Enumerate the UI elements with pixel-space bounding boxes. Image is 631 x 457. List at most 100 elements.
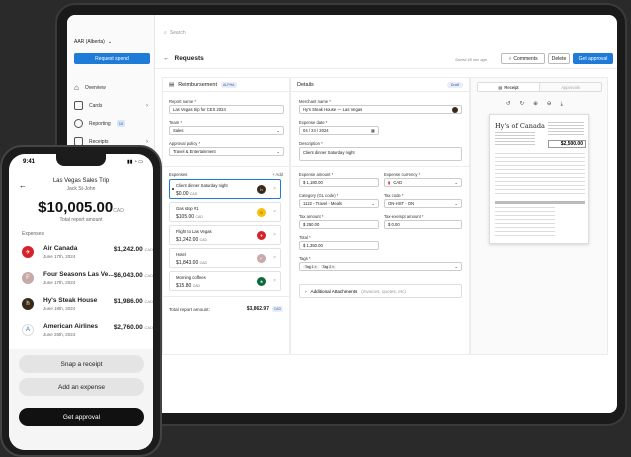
remove-icon[interactable]: ×	[273, 232, 276, 238]
company-name: AAR (Alberta)	[74, 39, 105, 45]
tags-label: Tags *	[299, 256, 311, 261]
merchant-name: Air Canada	[43, 245, 78, 252]
request-spend-button[interactable]: Request spend	[74, 53, 150, 64]
sidebar-item-overview[interactable]: ⌂ Overview	[74, 83, 150, 92]
tag-chip[interactable]: Tag 2 ×	[320, 264, 337, 269]
rotate-left-icon[interactable]: ↺	[506, 101, 511, 108]
download-icon[interactable]: ⤓	[560, 101, 562, 108]
tags-field[interactable]: Tag 1 × Tag 2 × ⌄	[299, 262, 462, 271]
expense-date: June 17th, 2024	[43, 280, 76, 285]
policy-label: Approval policy *	[169, 141, 201, 146]
card-icon	[74, 101, 83, 110]
status-badge: Draft	[446, 81, 463, 88]
date-field[interactable]: 04 / 24 / 2024 ▦	[299, 126, 379, 135]
expense-amount: $15.80 CAD	[176, 283, 201, 289]
back-arrow-icon[interactable]: ←	[163, 55, 170, 62]
phone-frame: 9:41 ▮▮ ◔ ▭ ← Las Vegas Sales Trip Jack …	[0, 145, 162, 457]
list-item[interactable]: ✈ Air Canada June 17th, 2024 $1,242.00 C…	[9, 241, 153, 265]
zoom-in-icon[interactable]: ⊕	[533, 101, 538, 108]
zoom-out-icon[interactable]: ⊖	[547, 101, 552, 108]
tax-exempt-field[interactable]: $ 0.00	[384, 220, 462, 229]
get-approval-button[interactable]: Get approval	[19, 408, 144, 426]
category-value: 1122 - Travel - Meals	[303, 201, 343, 206]
expense-item[interactable]: Morning coffees $15.80 CAD ★ ×	[169, 271, 281, 291]
tab-receipt[interactable]: ▤ Receipt	[478, 83, 540, 91]
company-switcher[interactable]: AAR (Alberta) ⌄	[74, 39, 112, 45]
remove-icon[interactable]: ×	[273, 209, 276, 215]
expense-name: Gas stop #1	[176, 206, 199, 211]
delete-button[interactable]: Delete	[548, 53, 570, 64]
expense-date: June 25th, 2024	[43, 332, 76, 337]
rotate-right-icon[interactable]: ↻	[520, 101, 525, 108]
date-label: Expense date *	[299, 120, 328, 125]
tax-code-value: ON-HST - ON	[388, 201, 414, 206]
currency-value: CAD	[393, 180, 403, 185]
expense-date: June 17th, 2024	[43, 254, 76, 259]
get-approval-button[interactable]: Get approval	[573, 53, 613, 64]
chevron-down-icon: ⌄	[276, 149, 280, 154]
tax-field[interactable]: $ 250.00	[299, 220, 379, 229]
sidebar-item-label: Receipts	[89, 138, 109, 145]
chevron-down-icon: ⌄	[371, 201, 375, 206]
chart-icon	[74, 119, 83, 128]
report-name-field[interactable]: Las Vegas trip for CES 2024	[169, 105, 284, 114]
trip-person: Jack St-John	[66, 186, 96, 192]
expense-amount: $1,242.00 CAD	[176, 237, 208, 243]
home-icon: ⌂	[74, 83, 79, 92]
expense-amount: $1,986.00 CAD	[113, 298, 153, 305]
details-header: Details Draft	[291, 78, 469, 92]
phone-screen: 9:41 ▮▮ ◔ ▭ ← Las Vegas Sales Trip Jack …	[9, 154, 153, 450]
signal-battery-icon: ▮▮ ◔ ▭	[126, 159, 143, 165]
american-airlines-logo-icon: A	[22, 324, 34, 336]
list-item[interactable]: F Four Seasons Las Ve... June 17th, 2024…	[9, 267, 153, 291]
add-expense-button[interactable]: Add an expense	[19, 378, 144, 396]
list-item[interactable]: A American Airlines June 25th, 2024 $2,7…	[9, 319, 153, 343]
expenses-label: Expenses	[22, 231, 44, 237]
calendar-icon[interactable]: ▦	[371, 128, 375, 133]
report-name-label: Report name *	[169, 99, 196, 104]
expense-amount: $2,760.00 CAD	[113, 324, 153, 331]
sidebar-item-reporting[interactable]: Reporting 10	[74, 119, 150, 128]
expense-item[interactable]: Gas stop #1 $105.00 CAD S ×	[169, 202, 281, 222]
tax-code-select[interactable]: ON-HST - ON ⌄	[384, 199, 462, 208]
sidebar-item-cards[interactable]: Cards ›	[74, 101, 150, 110]
reporting-count-badge: 10	[116, 120, 126, 127]
team-value: Sales	[173, 128, 184, 133]
policy-select[interactable]: Travel & Entertainment ⌄	[169, 147, 284, 156]
total-field[interactable]: $ 1,350.00	[299, 241, 379, 250]
merchant-name: Hy's Steak House	[43, 297, 98, 304]
team-select[interactable]: Sales ⌄	[169, 126, 284, 135]
team-label: Team *	[169, 120, 183, 125]
comments-button[interactable]: ○ Comments	[501, 53, 545, 64]
expense-item[interactable]: Client dinner Saturday night $0.00 CAD h…	[169, 179, 281, 199]
search-placeholder: Search	[169, 30, 186, 36]
tag-chip[interactable]: Tag 1 ×	[303, 264, 319, 269]
expense-item[interactable]: Flight to Las Vegas $1,242.00 CAD ✈ ×	[169, 225, 281, 245]
list-item[interactable]: h Hy's Steak House June 18th, 2024 $1,98…	[9, 293, 153, 317]
total-label: Total report amount:	[169, 307, 210, 312]
currency-select[interactable]: ▮ CAD ⌄	[384, 178, 462, 187]
expense-amount: $6,043.00 CAD	[113, 272, 153, 279]
snap-receipt-button[interactable]: Snap a receipt	[19, 355, 144, 373]
total-currency-badge: CAD	[271, 306, 283, 312]
remove-icon[interactable]: ×	[273, 255, 276, 261]
canada-flag-icon: ▮	[388, 180, 391, 185]
amount-field[interactable]: $ 1,180.00	[299, 178, 379, 187]
tab-approvals[interactable]: Approvals	[540, 83, 601, 91]
remove-icon[interactable]: ×	[273, 278, 276, 284]
merchant-name: American Airlines	[43, 323, 99, 330]
additional-attachments[interactable]: › Additional Attachments (invoices, quot…	[299, 284, 462, 298]
amount-label: Expense amount *	[299, 172, 334, 177]
remove-icon[interactable]: ×	[273, 186, 276, 192]
description-field[interactable]: Client dinner Saturday night	[299, 147, 462, 161]
expense-name: Client dinner Saturday night	[176, 183, 228, 188]
attachments-label: Additional Attachments	[310, 288, 358, 294]
search-input[interactable]: ⌕ Search	[164, 30, 186, 36]
add-expense-button[interactable]: + Add	[272, 172, 283, 177]
expense-amount: $1,843.00 CAD	[176, 260, 208, 266]
category-select[interactable]: 1122 - Travel - Meals ⌄	[299, 199, 379, 208]
merchant-field[interactable]: Hy's Steak House — Las Vegas	[299, 105, 462, 114]
expense-date: June 18th, 2024	[43, 306, 76, 311]
merchant-logo-icon: F	[257, 254, 266, 263]
expense-item[interactable]: Hotel $1,843.00 CAD F ×	[169, 248, 281, 268]
